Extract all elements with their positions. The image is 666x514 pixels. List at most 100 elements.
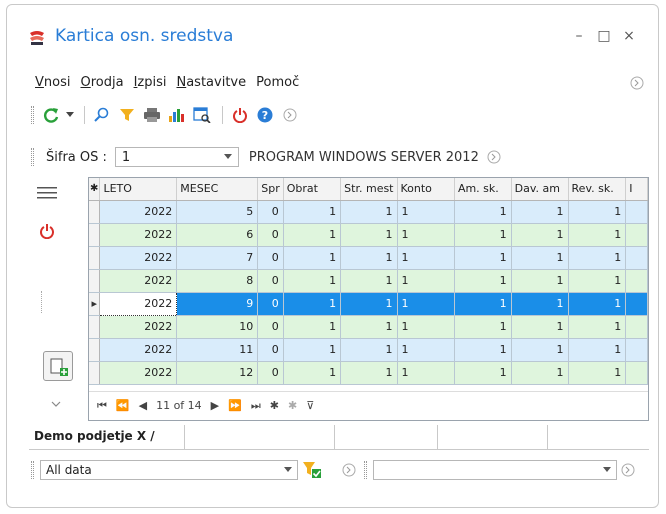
grid-cell-obrat[interactable]: 1: [283, 338, 342, 362]
filterbar-grip-2[interactable]: [364, 461, 367, 479]
grid-cell-am[interactable]: 1: [454, 292, 512, 316]
grid-cell-leto[interactable]: 2022: [99, 361, 178, 385]
grid-cell-spr[interactable]: 0: [257, 223, 284, 247]
menu-izpisi[interactable]: Izpisi: [134, 75, 167, 93]
grid-cell-am[interactable]: 1: [454, 361, 512, 385]
grid-cell-spr[interactable]: 0: [257, 246, 284, 270]
row-indicator[interactable]: ▸: [89, 292, 101, 316]
column-header-rev-sk[interactable]: Rev. sk.: [568, 178, 627, 201]
grid-cell-obrat[interactable]: 1: [283, 315, 342, 339]
grid-cell-leto[interactable]: 2022: [99, 269, 178, 293]
grid-cell-str[interactable]: 1: [340, 200, 398, 224]
idbar-grip[interactable]: [31, 148, 34, 166]
filterbar-grip[interactable]: [31, 461, 34, 479]
chevron-down-icon[interactable]: [51, 401, 61, 407]
last-record-button[interactable]: ⏭: [251, 399, 261, 413]
menu-pomoc[interactable]: Pomoč: [256, 75, 299, 93]
grid-cell-leto[interactable]: 2022: [99, 338, 178, 362]
print-button[interactable]: [141, 104, 163, 126]
grid-cell-overflow[interactable]: [625, 338, 648, 362]
row-indicator[interactable]: [89, 269, 101, 293]
grid-cell-dav[interactable]: 1: [511, 338, 569, 362]
grid-cell-rev[interactable]: 1: [568, 200, 627, 224]
grid-cell-leto[interactable]: 2022: [99, 223, 178, 247]
toolbar-grip[interactable]: [31, 106, 34, 124]
row-indicator[interactable]: [89, 223, 101, 247]
asset-id-combo[interactable]: 1: [114, 147, 239, 167]
grid-cell-obrat[interactable]: 1: [283, 246, 342, 270]
column-header-konto[interactable]: Konto: [397, 178, 455, 201]
grid-cell-rev[interactable]: 1: [568, 269, 627, 293]
grid-cell-leto[interactable]: 2022: [99, 246, 178, 270]
close-button[interactable]: ×: [620, 27, 638, 45]
grid-cell-overflow[interactable]: [625, 269, 648, 293]
table-row[interactable]: ▸ 2022 9 0 1 1 1 1 1 1: [89, 291, 648, 316]
grid-cell-konto[interactable]: 1: [397, 269, 455, 293]
minimize-button[interactable]: –: [570, 27, 588, 45]
grid-cell-str[interactable]: 1: [340, 292, 398, 316]
delete-record-button[interactable]: ✱: [288, 399, 297, 412]
grid-cell-leto[interactable]: 2022: [99, 315, 178, 339]
table-row[interactable]: 2022 7 0 1 1 1 1 1 1: [89, 246, 648, 270]
grid-cell-konto[interactable]: 1: [397, 200, 455, 224]
apply-filter-icon[interactable]: [302, 461, 322, 479]
grid-cell-str[interactable]: 1: [340, 269, 398, 293]
grid-cell-rev[interactable]: 1: [568, 292, 627, 316]
grid-cell-spr[interactable]: 0: [257, 361, 284, 385]
filter-collapse-icon[interactable]: [342, 463, 356, 477]
filter-button[interactable]: [116, 104, 138, 126]
data-filter-combo[interactable]: All data: [40, 460, 298, 480]
grid-cell-am[interactable]: 1: [454, 223, 512, 247]
menu-orodja[interactable]: Orodja: [80, 75, 123, 93]
column-header-leto[interactable]: LETO: [99, 178, 178, 201]
report-button[interactable]: [191, 104, 213, 126]
grid-cell-leto[interactable]: 2022: [99, 200, 178, 224]
grid-cell-konto[interactable]: 1: [397, 361, 455, 385]
prev-page-button[interactable]: ⏪: [116, 399, 130, 412]
column-header-str-mest[interactable]: Str. mest: [340, 178, 398, 201]
grid-cell-obrat[interactable]: 1: [283, 292, 342, 316]
table-row[interactable]: 2022 6 0 1 1 1 1 1 1: [89, 223, 648, 247]
column-header-obrat[interactable]: Obrat: [283, 178, 342, 201]
grid-cell-am[interactable]: 1: [454, 200, 512, 224]
chart-button[interactable]: [166, 104, 188, 126]
grid-cell-obrat[interactable]: 1: [283, 200, 342, 224]
table-row[interactable]: 2022 10 0 1 1 1 1 1 1: [89, 315, 648, 339]
grid-cell-mesec[interactable]: 11: [176, 338, 259, 362]
refresh-dropdown[interactable]: [65, 104, 75, 126]
grid-cell-am[interactable]: 1: [454, 338, 512, 362]
row-indicator[interactable]: [89, 338, 101, 362]
grid-cell-rev[interactable]: 1: [568, 361, 627, 385]
add-record-button[interactable]: [43, 351, 73, 381]
grid-cell-leto[interactable]: 2022: [99, 291, 178, 316]
grid-cell-overflow[interactable]: [625, 200, 648, 224]
grid-cell-str[interactable]: 1: [340, 338, 398, 362]
search-button[interactable]: [91, 104, 113, 126]
new-row-marker[interactable]: ✱: [89, 178, 101, 201]
grid-cell-spr[interactable]: 0: [257, 200, 284, 224]
grid-cell-mesec[interactable]: 5: [176, 200, 259, 224]
grid-cell-mesec[interactable]: 6: [176, 223, 259, 247]
grid-cell-dav[interactable]: 1: [511, 223, 569, 247]
grid-cell-am[interactable]: 1: [454, 315, 512, 339]
grid-cell-spr[interactable]: 0: [257, 269, 284, 293]
grid-cell-overflow[interactable]: [625, 361, 648, 385]
grid-cell-str[interactable]: 1: [340, 361, 398, 385]
grid-cell-konto[interactable]: 1: [397, 338, 455, 362]
hamburger-menu-icon[interactable]: [37, 185, 57, 201]
grid-cell-obrat[interactable]: 1: [283, 223, 342, 247]
row-indicator[interactable]: [89, 361, 101, 385]
column-header-am-sk[interactable]: Am. sk.: [454, 178, 512, 201]
table-row[interactable]: 2022 5 0 1 1 1 1 1 1: [89, 200, 648, 224]
grid-cell-str[interactable]: 1: [340, 246, 398, 270]
table-row[interactable]: 2022 12 0 1 1 1 1 1 1: [89, 361, 648, 385]
column-header-spr[interactable]: Spr: [257, 178, 284, 201]
grid-cell-dav[interactable]: 1: [511, 292, 569, 316]
asset-collapse-icon[interactable]: [487, 150, 501, 164]
secondary-collapse-icon[interactable]: [621, 463, 635, 477]
grid-cell-overflow[interactable]: [625, 246, 648, 270]
grid-cell-mesec[interactable]: 7: [176, 246, 259, 270]
grid-cell-mesec[interactable]: 12: [176, 361, 259, 385]
grid-cell-konto[interactable]: 1: [397, 292, 455, 316]
table-row[interactable]: 2022 8 0 1 1 1 1 1 1: [89, 269, 648, 293]
